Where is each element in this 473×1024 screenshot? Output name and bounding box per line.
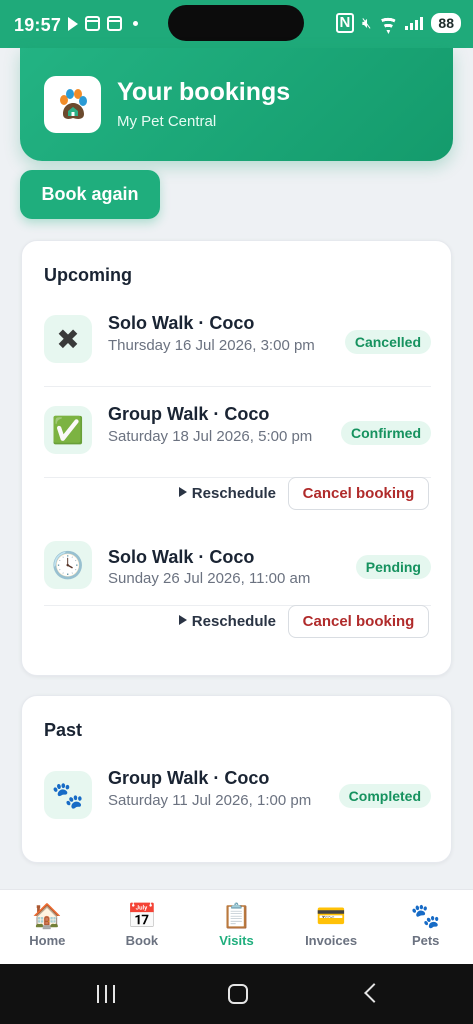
play-store-icon [68,16,78,31]
nav-item-book[interactable]: 📅 Book [95,890,190,965]
past-card: Past 🐾 Group Walk · Coco Saturday 11 Jul… [21,695,452,863]
nav-label: Home [29,933,66,948]
mute-icon: 🔇︎ [361,14,372,32]
play-triangle-icon [178,487,187,497]
status-badge: Pending [355,555,431,579]
calendar-notification-icon [85,16,100,31]
nav-item-invoices[interactable]: 💳 Invoices [284,890,379,965]
divider [44,386,431,387]
booking-title: Group Walk · Coco [108,404,270,424]
system-nav-bar [0,964,473,1024]
back-chevron-icon[interactable] [364,983,384,1003]
cancel-booking-button[interactable]: Cancel booking [288,605,429,638]
nav-label: Pets [411,933,440,948]
upcoming-heading: Upcoming [44,265,132,285]
status-time: 19:57 [14,15,62,35]
nav-item-home[interactable]: 🏠 Home [0,890,95,965]
play-triangle-icon [178,615,187,625]
paw-prints-icon: 🐾 [410,903,441,930]
booking-title: Solo Walk · Coco [108,547,255,567]
booking-date: Thursday 16 Jul 2026, 3:00 pm [108,337,315,354]
calendar-icon: 📅 [126,903,157,930]
app-logo [44,76,101,133]
upcoming-card: Upcoming ✖ Solo Walk · Coco Thursday 16 … [21,240,452,676]
bookings-header: Your bookings My Pet Central [20,48,453,161]
status-badge: Confirmed [341,421,431,445]
check-box-icon: ✅ [44,406,92,454]
page-title: Your bookings [117,78,291,106]
clock-icon: 🕓 [44,541,92,589]
nav-label: Invoices [305,933,358,948]
paw-logo-icon [59,88,87,119]
house-icon: 🏠 [32,903,63,930]
nav-item-pets[interactable]: 🐾 Pets [378,890,473,965]
camera-notch [168,5,304,41]
status-badge: Cancelled [344,330,431,354]
cross-mark-icon: ✖ [44,315,92,363]
calendar-notification-icon-2 [107,16,122,31]
reschedule-button[interactable]: Reschedule [178,613,276,630]
paw-prints-icon: 🐾 [44,771,92,819]
credit-card-icon: 💳 [316,903,347,930]
nav-label: Visits [219,933,254,948]
system-status-icons: N 🔇︎ 88 [335,13,461,33]
nav-item-visits[interactable]: 📋 Visits [189,890,284,965]
battery-indicator: 88 [431,13,461,33]
notification-icons [68,16,138,31]
nfc-icon: N [335,13,354,33]
booking-date: Saturday 11 Jul 2026, 1:00 pm [108,792,312,809]
book-again-button[interactable]: Book again [20,170,160,219]
clipboard-icon: 📋 [221,903,252,930]
status-badge: Completed [338,784,431,808]
recent-apps-icon[interactable] [97,985,115,1003]
booking-date: Sunday 26 Jul 2026, 11:00 am [108,570,311,587]
bottom-nav: 🏠 Home 📅 Book 📋 Visits 💳 Invoices 🐾 Pets [0,889,473,965]
cancel-booking-button[interactable]: Cancel booking [288,477,429,510]
reschedule-button[interactable]: Reschedule [178,485,276,502]
more-notifications-dot-icon [133,21,138,26]
home-circle-icon[interactable] [228,984,248,1004]
status-bar: 19:57 N 🔇︎ 88 [0,0,473,48]
booking-date: Saturday 18 Jul 2026, 5:00 pm [108,428,313,445]
booking-title: Solo Walk · Coco [108,313,255,333]
past-heading: Past [44,720,83,740]
nav-label: Book [125,933,159,948]
wifi-icon [379,16,397,30]
booking-title: Group Walk · Coco [108,768,270,788]
signal-icon [405,16,424,30]
page-subtitle: My Pet Central [117,113,217,130]
